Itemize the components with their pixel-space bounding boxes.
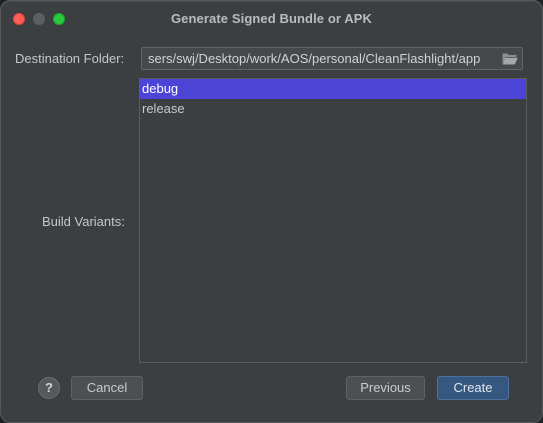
destination-folder-input[interactable]: [142, 48, 498, 69]
browse-folder-button[interactable]: [501, 51, 519, 66]
generate-signed-apk-dialog: Generate Signed Bundle or APK Destinatio…: [0, 0, 543, 423]
previous-button[interactable]: Previous: [346, 376, 425, 400]
list-item-debug[interactable]: debug: [140, 79, 526, 99]
folder-open-icon: [502, 53, 518, 65]
destination-folder-field[interactable]: [141, 47, 523, 70]
cancel-button[interactable]: Cancel: [71, 376, 143, 400]
help-button[interactable]: ?: [38, 377, 60, 399]
create-button[interactable]: Create: [437, 376, 509, 400]
title-bar: Generate Signed Bundle or APK: [1, 1, 542, 37]
destination-folder-label: Destination Folder:: [15, 51, 125, 66]
dialog-title: Generate Signed Bundle or APK: [170, 11, 373, 26]
list-item-release[interactable]: release: [140, 99, 526, 119]
build-variants-label: Build Variants:: [42, 214, 125, 229]
build-variants-list[interactable]: debug release: [139, 78, 527, 363]
